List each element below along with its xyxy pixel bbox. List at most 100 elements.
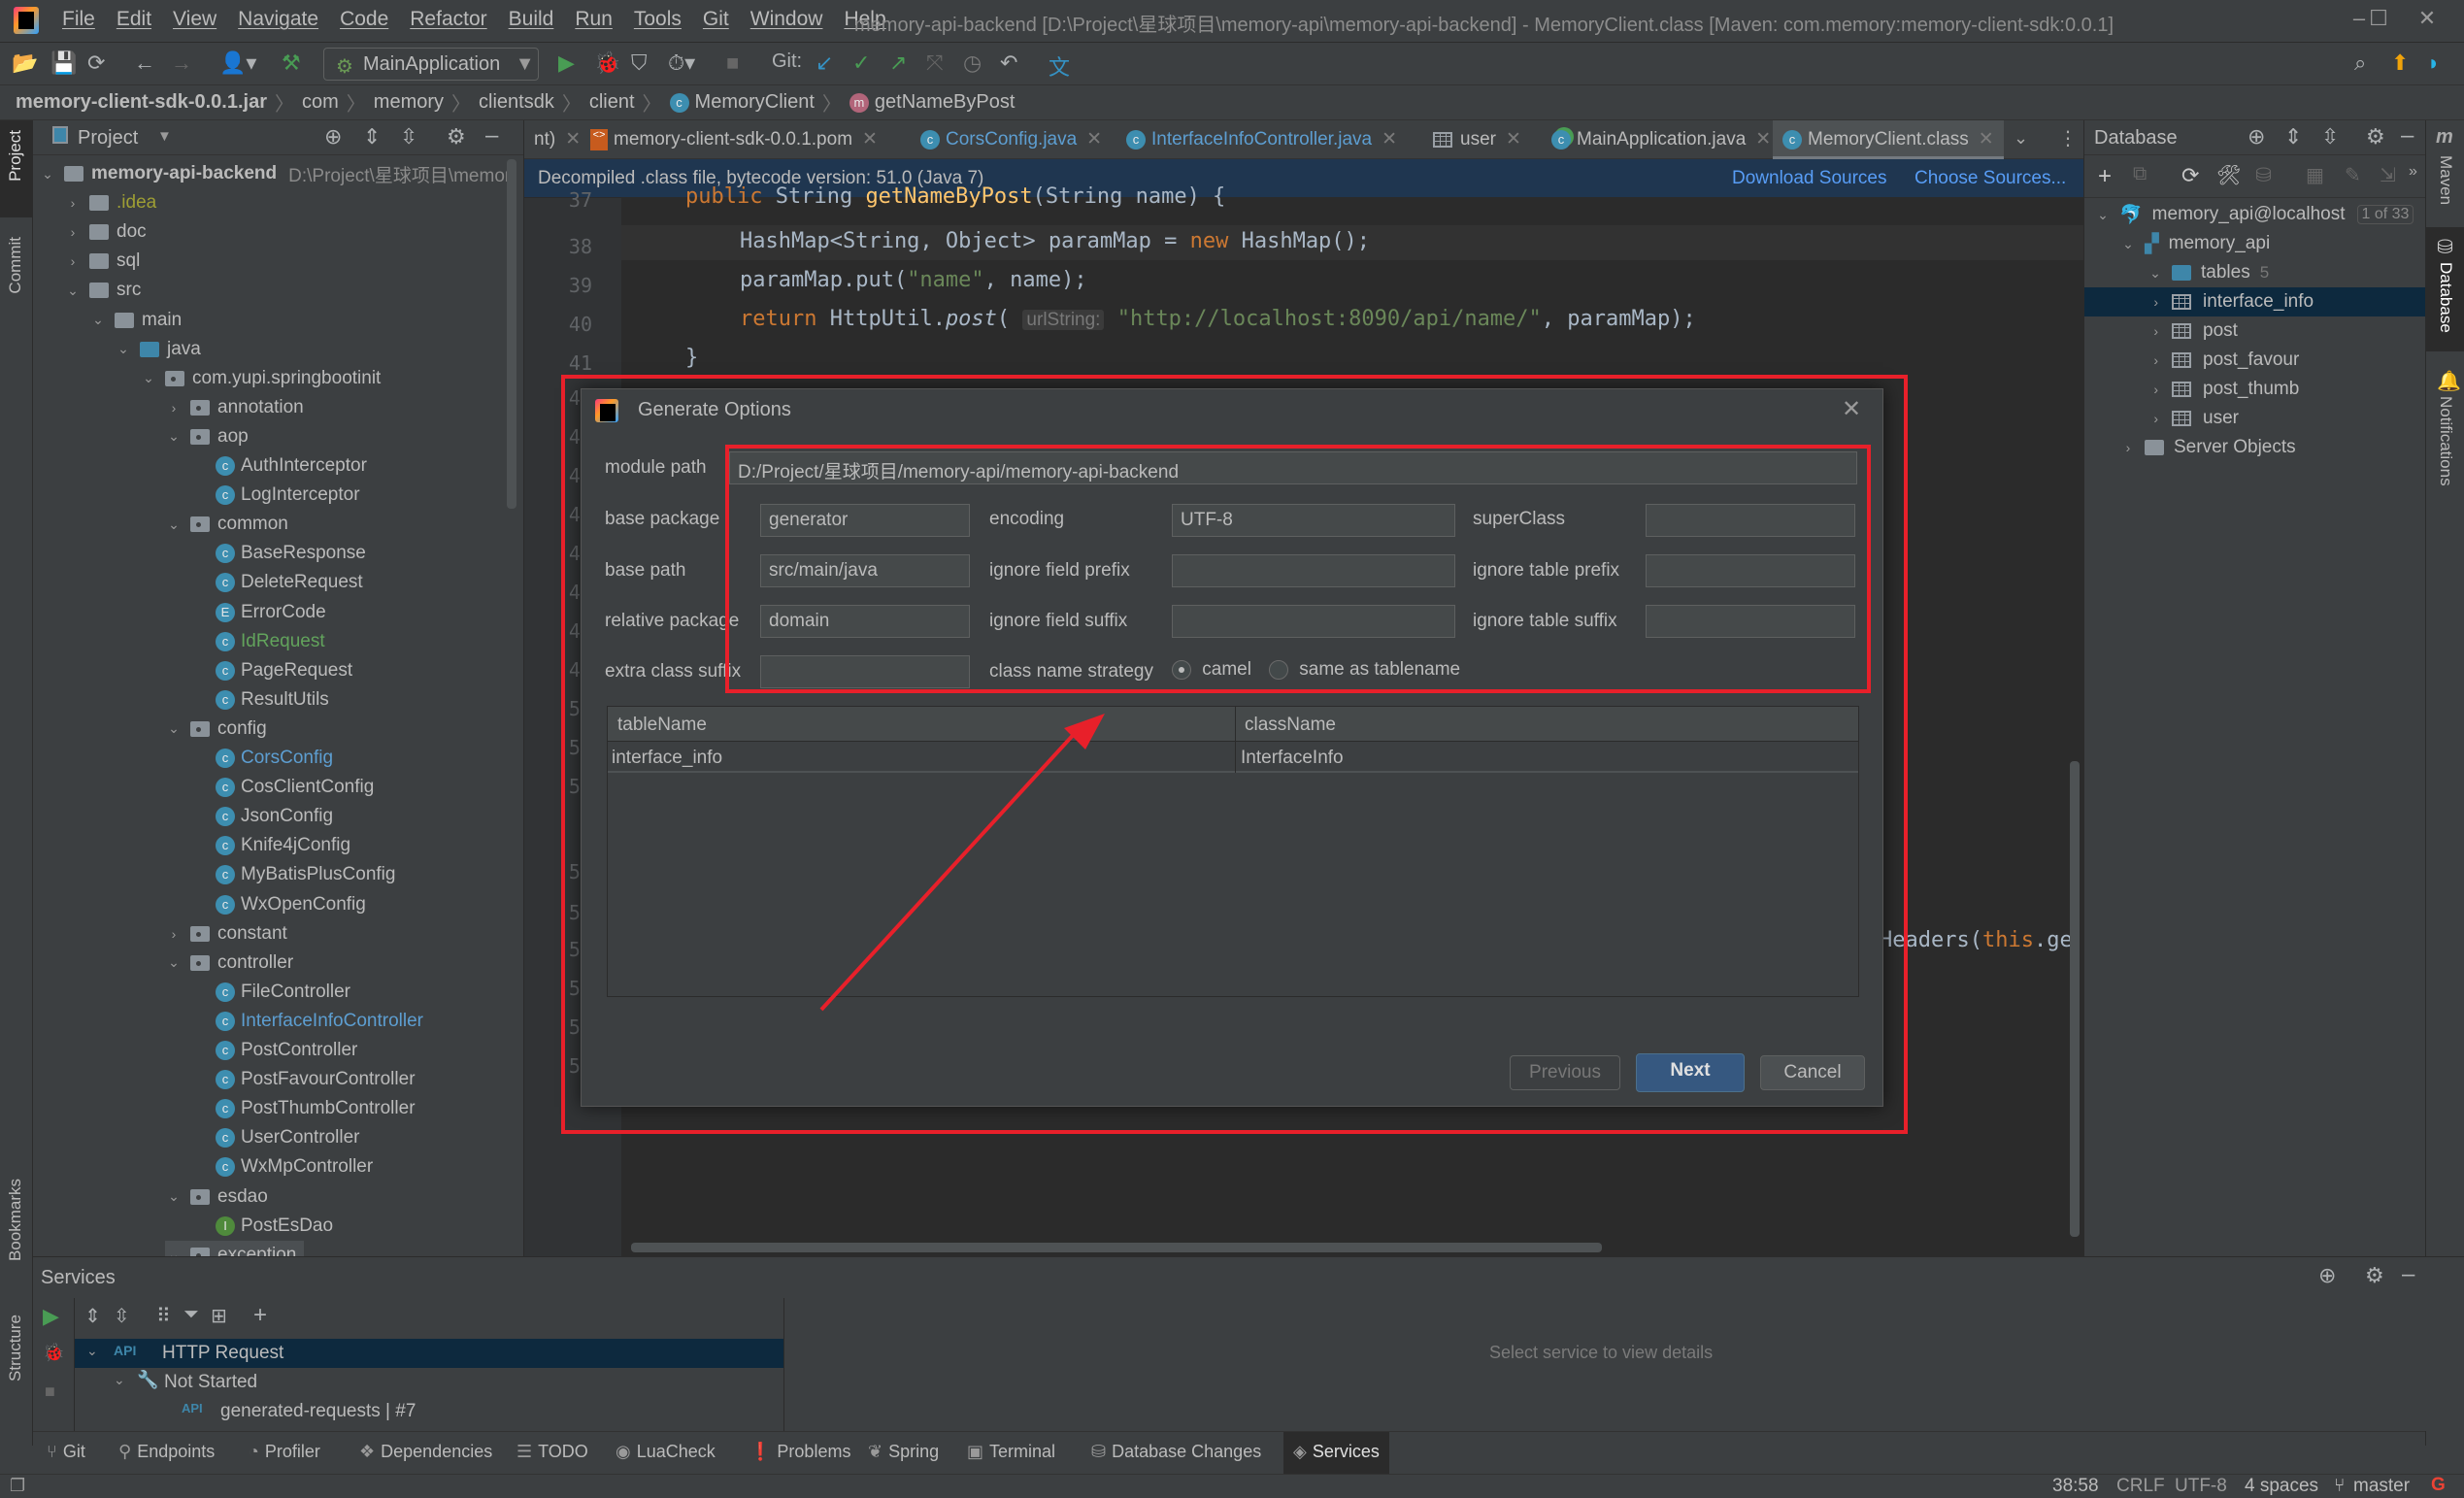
gear-icon[interactable]: ⚙	[2365, 1263, 2384, 1288]
menu-code[interactable]: Code	[340, 8, 388, 31]
project-panel-title[interactable]: Project	[78, 127, 138, 150]
tree-item[interactable]: c PostThumbController	[190, 1094, 416, 1123]
db-schema[interactable]: ⌄ ▞ memory_api	[2119, 229, 2270, 258]
bookmarks-tool-button[interactable]: Bookmarks	[0, 1179, 33, 1305]
file-encoding[interactable]: UTF-8	[2175, 1476, 2227, 1497]
editor-tab[interactable]: c CorsConfig.java ✕	[911, 120, 1112, 159]
menu-file[interactable]: File	[62, 8, 95, 31]
git-push-icon[interactable]: ↗	[889, 50, 907, 76]
close-tab-icon[interactable]: ✕	[862, 129, 878, 150]
update-icon[interactable]: ⬆	[2391, 50, 2409, 76]
close-window-button[interactable]: ✕	[2408, 6, 2447, 31]
group-by-icon[interactable]: ⠿	[156, 1304, 171, 1328]
db-table-item[interactable]: › interface_info	[2084, 287, 2426, 316]
commit-tool-button[interactable]: Commit	[0, 227, 33, 334]
table-view-icon[interactable]: ▦	[2306, 163, 2324, 187]
tree-item[interactable]: c LogInterceptor	[190, 481, 360, 510]
cell-tablename[interactable]: interface_info	[612, 748, 722, 769]
tree-item[interactable]: ⌄ common	[165, 510, 288, 539]
menu-build[interactable]: Build	[509, 8, 554, 31]
tool-tab[interactable]: ❦ Spring	[868, 1442, 939, 1462]
more-options-icon[interactable]: ⋮	[2058, 126, 2078, 150]
base-path-input[interactable]: src/main/java	[760, 554, 970, 587]
translate-icon[interactable]: 文	[1049, 50, 1070, 82]
project-scrollbar[interactable]	[507, 159, 516, 509]
radio-camel[interactable]: camel	[1172, 659, 1251, 681]
indent-setting[interactable]: 4 spaces	[2245, 1476, 2318, 1497]
close-tab-icon[interactable]: ✕	[1979, 129, 1994, 150]
plugin-icon[interactable]: ◗	[2427, 50, 2440, 76]
tool-tab[interactable]: ☰ TODO	[516, 1442, 588, 1462]
tree-item[interactable]: › constant	[165, 919, 287, 949]
tree-item[interactable]: c CosClientConfig	[190, 773, 374, 802]
dialog-close-button[interactable]: ✕	[1842, 395, 1861, 423]
tree-item[interactable]: c IdRequest	[190, 627, 325, 656]
tree-item[interactable]: c PostFavourController	[190, 1065, 416, 1094]
collapse-all-icon[interactable]: ⇳	[114, 1304, 130, 1328]
chevron-down-icon[interactable]: ⌄	[165, 954, 183, 971]
module-path-input[interactable]: D:/Project/星球项目/memory-api/memory-api-ba…	[729, 451, 1857, 484]
radio-same-as-tablename[interactable]: same as tablename	[1269, 659, 1460, 681]
chevron-right-icon[interactable]: ›	[64, 253, 82, 269]
db-table-item[interactable]: › post	[2084, 316, 2426, 346]
chevron-down-icon[interactable]: ⌄	[89, 312, 107, 328]
chevron-right-icon[interactable]: ›	[64, 195, 82, 211]
chevron-down-icon[interactable]: ⌄	[165, 720, 183, 737]
open-folder-icon[interactable]: 📂	[12, 50, 38, 76]
locate-icon[interactable]: ⊕	[2318, 1263, 2336, 1288]
project-tool-button[interactable]: Project	[0, 120, 33, 217]
locate-icon[interactable]: ⊕	[324, 124, 342, 150]
tree-item[interactable]: c BaseResponse	[190, 539, 366, 568]
close-tab-icon[interactable]: ✕	[1086, 129, 1102, 150]
tree-item[interactable]: c DeleteRequest	[190, 568, 363, 597]
caret-position[interactable]: 38:58	[2052, 1476, 2099, 1497]
git-branch[interactable]: master	[2353, 1476, 2410, 1497]
menu-window[interactable]: Window	[750, 8, 823, 31]
add-service-icon[interactable]: +	[253, 1302, 267, 1329]
save-icon[interactable]: 💾	[50, 50, 77, 76]
menu-refactor[interactable]: Refactor	[410, 8, 486, 31]
ignore-table-prefix-input[interactable]	[1646, 554, 1855, 587]
column-header-classname[interactable]: className	[1245, 715, 1336, 736]
tree-item[interactable]: c ResultUtils	[190, 685, 329, 715]
gear-icon[interactable]: ⚙	[2366, 124, 2385, 150]
layout-icon[interactable]: ❐	[10, 1476, 25, 1496]
ignore-field-suffix-input[interactable]	[1172, 605, 1455, 638]
expand-all-icon[interactable]: ⇕	[84, 1304, 101, 1328]
history-icon[interactable]: ◷	[963, 50, 982, 76]
expand-all-icon[interactable]: ⇕	[363, 124, 381, 150]
breadcrumb-item[interactable]: memory-client-sdk-0.0.1.jar	[16, 91, 267, 114]
maximize-button[interactable]: ☐	[2359, 6, 2398, 31]
close-tab-icon[interactable]: ✕	[1382, 129, 1397, 150]
close-tab-icon[interactable]: ✕	[1755, 129, 1771, 150]
next-button[interactable]: Next	[1636, 1053, 1745, 1092]
run-icon[interactable]: ▶	[43, 1304, 59, 1329]
tree-item[interactable]: › sql	[64, 247, 141, 276]
close-tab-icon[interactable]: ✕	[1506, 129, 1521, 150]
editor-tab[interactable]: <> memory-client-sdk-0.0.1.pom ✕	[581, 120, 887, 159]
tool-tab[interactable]: ⑂ Git	[47, 1442, 85, 1462]
tree-item[interactable]: ⌄ com.yupi.springbootinit	[140, 364, 381, 393]
download-sources-link[interactable]: Download Sources	[1732, 168, 1886, 189]
cell-classname[interactable]: InterfaceInfo	[1241, 748, 1344, 769]
minimize-panel-icon[interactable]: –	[2401, 122, 2414, 150]
horizontal-scrollbar[interactable]	[631, 1243, 1602, 1252]
git-commit-icon[interactable]: ✓	[852, 50, 870, 76]
tool-tab[interactable]: ◔ Profiler	[249, 1442, 320, 1462]
encoding-input[interactable]: UTF-8	[1172, 504, 1455, 537]
git-update-icon[interactable]: ↙	[816, 50, 833, 76]
notifications-tool-button[interactable]: 🔔 Notifications	[2426, 361, 2464, 497]
new-tab-icon[interactable]: ⊞	[211, 1304, 227, 1328]
tree-item[interactable]: ⌄ config	[165, 715, 267, 744]
services-tree-item[interactable]: API generated-requests | #7	[75, 1397, 783, 1426]
tree-item[interactable]: ⌄ main	[89, 306, 182, 335]
add-icon[interactable]: +	[2098, 163, 2112, 190]
locate-icon[interactable]: ⊕	[2248, 124, 2265, 150]
menu-tools[interactable]: Tools	[634, 8, 682, 31]
more-icon[interactable]: »	[2409, 163, 2417, 181]
tree-item[interactable]: c Knife4jConfig	[190, 831, 350, 860]
rollback-icon[interactable]: ↶	[1000, 50, 1017, 76]
build-hammer-icon[interactable]: ⚒	[282, 50, 301, 76]
db-properties-icon[interactable]: 🛠	[2216, 163, 2241, 187]
git-merge-icon[interactable]: ⤧	[926, 50, 944, 76]
